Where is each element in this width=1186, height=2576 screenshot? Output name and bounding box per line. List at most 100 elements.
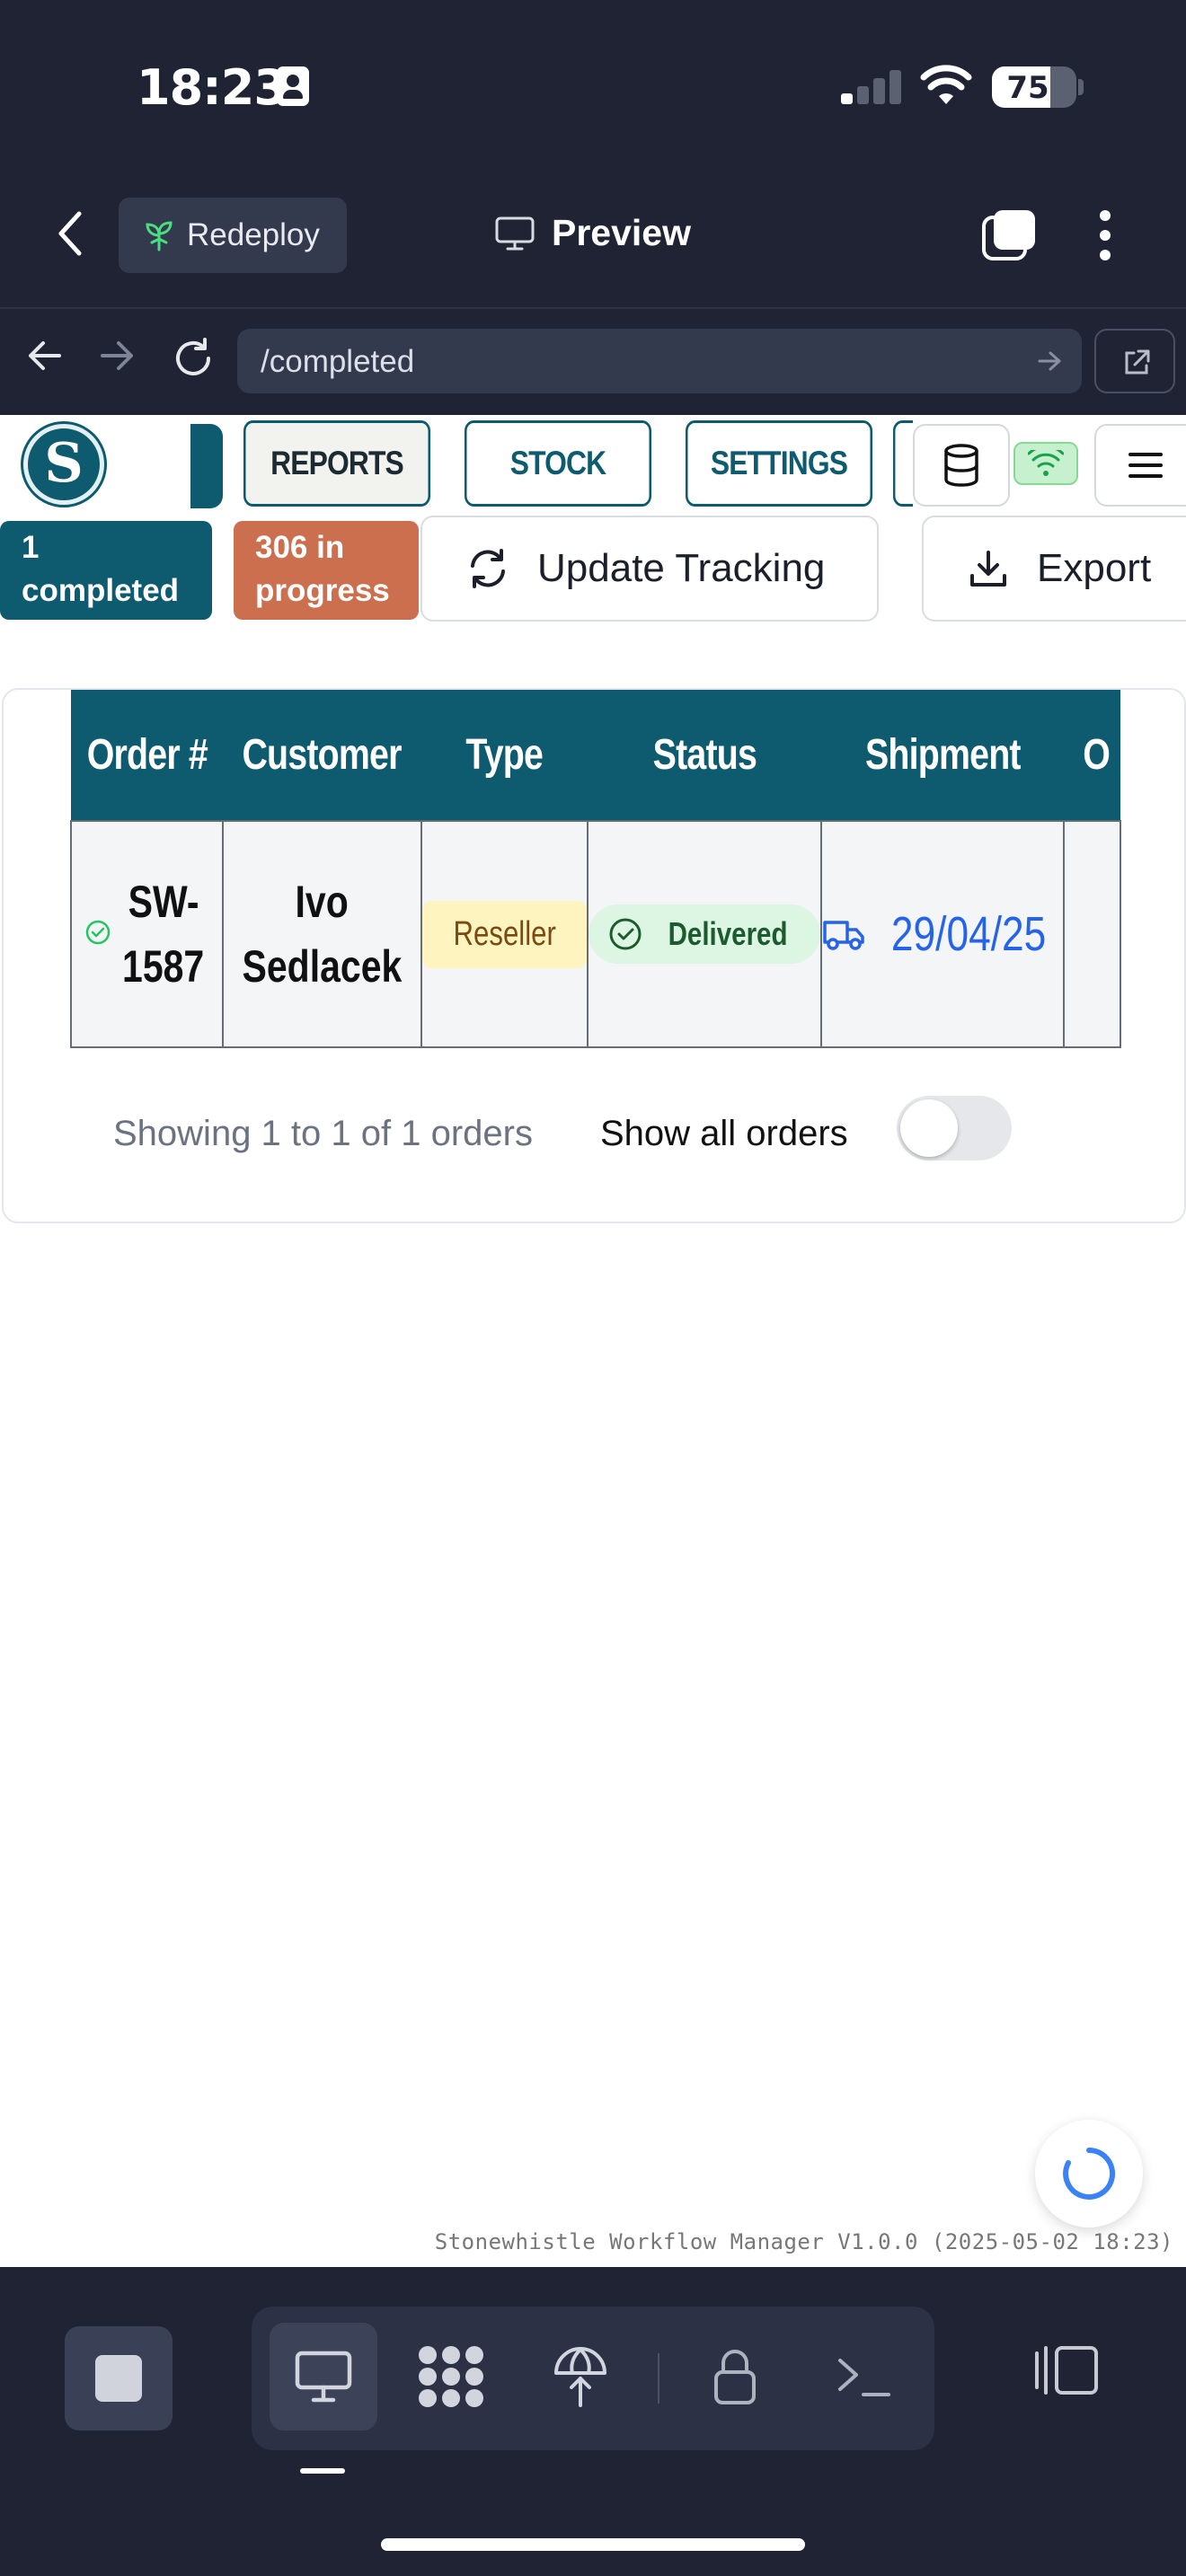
column-header-shipment[interactable]: Shipment	[820, 690, 1065, 821]
menu-icon	[1128, 453, 1163, 478]
redeploy-button[interactable]: Redeploy	[119, 198, 347, 273]
toggle-knob	[900, 1099, 958, 1157]
wifi-connected-icon	[1028, 450, 1064, 476]
desktop-preview-button[interactable]	[270, 2323, 377, 2430]
home-indicator[interactable]	[381, 2538, 805, 2551]
truncated-cell	[1063, 820, 1121, 1048]
url-bar[interactable]: /completed	[237, 329, 1082, 393]
mode-divider	[658, 2353, 659, 2404]
in-progress-count-badge[interactable]: 306 in progress	[234, 521, 419, 620]
redeploy-label: Redeploy	[187, 217, 320, 252]
cellular-signal-icon	[841, 68, 902, 104]
sprout-icon	[146, 221, 173, 251]
orders-table: Order # Customer Type Status Shipment O	[70, 690, 1121, 1048]
export-label: Export	[1037, 546, 1152, 590]
orders-toolbar: 1 completed 306 in progress Update Track…	[0, 516, 1186, 627]
chevron-left-icon[interactable]	[54, 208, 86, 259]
status-cell: Delivered	[586, 820, 822, 1048]
monitor-icon	[495, 216, 535, 250]
arrow-left-icon[interactable]	[25, 338, 63, 374]
terminal-icon	[838, 2359, 890, 2396]
desktop-icon	[295, 2351, 352, 2403]
external-link-icon	[1125, 349, 1150, 375]
column-header-type[interactable]: Type	[420, 690, 588, 821]
secrets-button[interactable]	[681, 2323, 789, 2430]
lock-icon	[714, 2350, 756, 2404]
panel-toggle-icon[interactable]	[1033, 2342, 1100, 2398]
shipment-link[interactable]: 29/04/25	[822, 906, 1063, 962]
export-button[interactable]: Export	[922, 516, 1186, 622]
show-all-orders-toggle[interactable]	[897, 1096, 1012, 1160]
check-circle-icon	[609, 918, 642, 950]
terminal-button[interactable]	[810, 2323, 918, 2430]
apps-grid-icon	[419, 2346, 483, 2407]
table-header-row: Order # Customer Type Status Shipment O	[71, 690, 1120, 821]
tab-settings[interactable]: SETTINGS	[685, 420, 873, 507]
check-circle-icon	[85, 920, 111, 945]
tab-reports[interactable]: REPORTS	[243, 420, 431, 507]
in-progress-label: progress	[255, 573, 390, 608]
loading-spinner-icon	[1063, 2148, 1116, 2200]
loading-fab[interactable]	[1035, 2120, 1143, 2228]
status-badge: Delivered	[588, 904, 820, 964]
deploy-button[interactable]	[527, 2323, 634, 2430]
wifi-icon	[920, 65, 972, 104]
browser-nav-row: /completed	[0, 307, 1186, 415]
stop-button[interactable]	[65, 2326, 173, 2430]
column-header-truncated[interactable]: O	[1064, 690, 1120, 821]
update-tracking-button[interactable]: Update Tracking	[420, 516, 879, 622]
editor-top-chrome: 18:23 75 Redeploy Preview	[0, 0, 1186, 307]
nav-tab-partial[interactable]	[190, 424, 223, 508]
mode-switcher	[252, 2307, 934, 2450]
stop-icon	[95, 2355, 142, 2402]
shipment-date: 29/04/25	[890, 907, 1047, 961]
shipment-cell[interactable]: 29/04/25	[819, 820, 1066, 1048]
more-vertical-icon[interactable]	[1094, 208, 1116, 262]
completed-count: 1	[22, 530, 40, 565]
completed-count-badge[interactable]: 1 completed	[0, 521, 212, 620]
app-logo[interactable]: S	[23, 424, 104, 505]
customer-last-name: Sedlacek	[242, 941, 403, 992]
tab-stock[interactable]: STOCK	[464, 420, 652, 507]
contact-card-icon	[277, 66, 309, 106]
nav-tab-overflow[interactable]	[892, 420, 914, 507]
arrow-go-icon[interactable]	[1037, 348, 1064, 374]
apps-button[interactable]	[397, 2323, 505, 2430]
battery-percentage: 75	[1006, 70, 1049, 106]
open-external-button[interactable]	[1094, 329, 1175, 393]
customer-cell[interactable]: Ivo Sedlacek	[222, 820, 422, 1048]
update-tracking-label: Update Tracking	[537, 546, 826, 590]
database-button[interactable]	[913, 424, 1010, 507]
column-header-order[interactable]: Order #	[71, 690, 224, 821]
menu-button[interactable]	[1094, 424, 1186, 507]
column-header-status[interactable]: Status	[587, 690, 821, 821]
connection-status-badge	[1013, 442, 1078, 485]
order-number-line2: 1587	[122, 941, 205, 992]
customer-first-name: Ivo	[295, 877, 350, 927]
table-row[interactable]: SW- 1587 Ivo Sedlacek Reseller Delivered…	[70, 820, 1121, 1048]
tabs-icon[interactable]	[981, 208, 1037, 260]
order-number-cell[interactable]: SW- 1587	[70, 820, 225, 1048]
app-navbar: S REPORTS STOCK SETTINGS	[0, 415, 1186, 512]
status-label: Delivered	[668, 915, 788, 952]
active-mode-indicator	[300, 2468, 345, 2474]
preview-title[interactable]: Preview	[494, 212, 691, 254]
table-footer: Showing 1 to 1 of 1 orders Show all orde…	[4, 1096, 1186, 1168]
preview-label: Preview	[552, 212, 691, 253]
completed-label: completed	[22, 573, 180, 608]
version-footer: Stonewhistle Workflow Manager V1.0.0 (20…	[434, 2229, 1173, 2254]
status-time: 18:23	[137, 59, 288, 116]
orders-table-scroll[interactable]: Order # Customer Type Status Shipment O	[70, 690, 1121, 1049]
refresh-icon	[471, 549, 505, 588]
url-text: /completed	[261, 344, 415, 379]
show-all-orders-label: Show all orders	[600, 1114, 848, 1153]
deploy-icon	[554, 2347, 606, 2407]
battery-tip	[1078, 79, 1084, 95]
column-header-customer[interactable]: Customer	[223, 690, 421, 821]
editor-bottom-toolbar	[0, 2267, 1186, 2576]
truck-icon	[823, 921, 864, 950]
download-icon	[970, 551, 1006, 587]
reload-icon[interactable]	[173, 338, 214, 379]
arrow-right-icon[interactable]	[99, 338, 137, 374]
in-progress-count: 306 in	[255, 530, 345, 565]
